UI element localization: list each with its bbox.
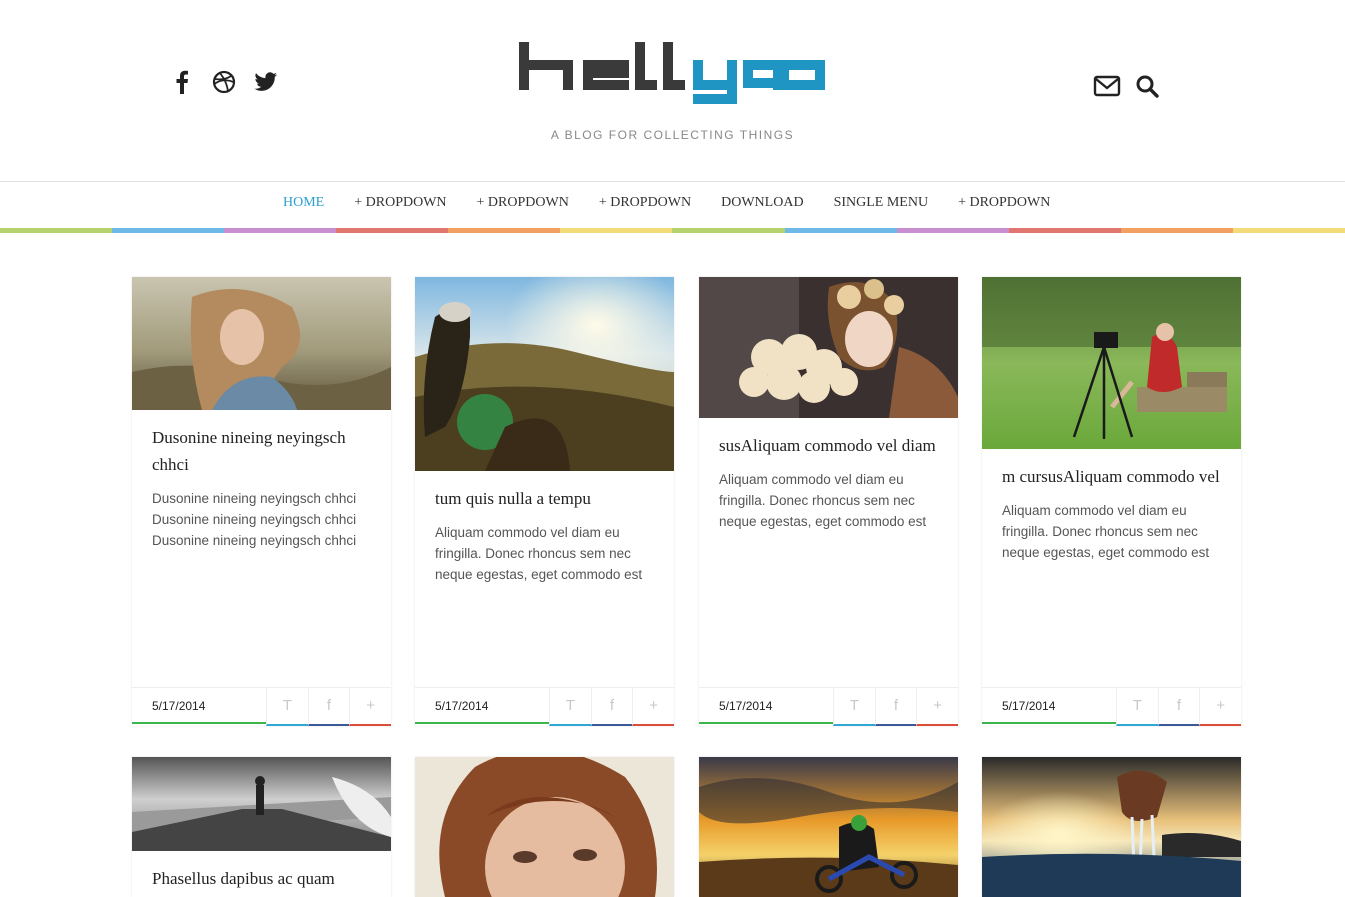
- post-excerpt: Dusonine nineing neyingsch chhci Dusonin…: [152, 491, 357, 548]
- post-image[interactable]: [699, 277, 958, 418]
- dribbble-icon[interactable]: [212, 70, 236, 94]
- post-title[interactable]: Phasellus dapibus ac quam: [152, 865, 371, 892]
- stripe-segment: [1008, 228, 1121, 233]
- social-links: [170, 70, 278, 94]
- nav-item-dropdown-1[interactable]: + DROPDOWN: [339, 195, 461, 211]
- stripe-segment: [336, 228, 449, 233]
- post-image[interactable]: [982, 277, 1241, 449]
- header-tools: [1093, 72, 1161, 100]
- site-logo[interactable]: [517, 40, 827, 106]
- stripe-segment: [560, 228, 673, 233]
- share-twitter-button[interactable]: T: [266, 688, 308, 726]
- post-date: 5/17/2014: [415, 688, 550, 724]
- post-card: [982, 757, 1241, 897]
- post-excerpt: Aliquam commodo vel diam eu fringilla. D…: [1002, 503, 1210, 560]
- share-facebook-button[interactable]: f: [1157, 688, 1200, 726]
- post-footer: 5/17/2014 T f +: [132, 687, 391, 726]
- share-facebook-button[interactable]: f: [874, 688, 917, 726]
- post-card: Dusonine nineing neyingsch chhci Dusonin…: [132, 277, 391, 726]
- twitter-icon[interactable]: [254, 70, 278, 94]
- post-card: susAliquam commodo vel diam Aliquam comm…: [699, 277, 958, 726]
- stripe-segment: [1120, 228, 1233, 233]
- post-date: 5/17/2014: [699, 688, 834, 724]
- share-facebook-button[interactable]: f: [590, 688, 633, 726]
- post-image[interactable]: [982, 757, 1241, 897]
- search-icon[interactable]: [1133, 72, 1161, 100]
- post-image[interactable]: [699, 757, 958, 897]
- post-image[interactable]: [132, 277, 391, 410]
- post-image[interactable]: [415, 757, 674, 897]
- facebook-icon[interactable]: [170, 70, 194, 94]
- stripe-segment: [896, 228, 1009, 233]
- post-image[interactable]: [415, 277, 674, 471]
- stripe-segment: [112, 228, 225, 233]
- nav-item-download[interactable]: DOWNLOAD: [706, 195, 818, 211]
- nav-item-dropdown-4[interactable]: + DROPDOWN: [943, 195, 1065, 211]
- nav-item-dropdown-2[interactable]: + DROPDOWN: [462, 195, 584, 211]
- stripe-segment: [448, 228, 561, 233]
- post-card: [415, 757, 674, 897]
- color-stripe: [0, 228, 1345, 233]
- stripe-segment: [784, 228, 897, 233]
- main-nav: HOME + DROPDOWN + DROPDOWN + DROPDOWN DO…: [0, 181, 1345, 228]
- post-date: 5/17/2014: [982, 688, 1117, 724]
- nav-menu: HOME + DROPDOWN + DROPDOWN + DROPDOWN DO…: [268, 195, 1065, 211]
- nav-item-dropdown-3[interactable]: + DROPDOWN: [584, 195, 706, 211]
- share-twitter-button[interactable]: T: [1116, 688, 1158, 726]
- post-card: m cursusAliquam commodo vel Aliquam comm…: [982, 277, 1241, 726]
- post-title[interactable]: tum quis nulla a tempu: [435, 485, 654, 512]
- stripe-segment: [0, 228, 113, 233]
- post-footer: 5/17/2014 T f +: [982, 687, 1241, 726]
- share-twitter-button[interactable]: T: [833, 688, 875, 726]
- site-tagline: A BLOG FOR COLLECTING THINGS: [550, 128, 795, 142]
- post-image[interactable]: [132, 757, 391, 851]
- post-footer: 5/17/2014 T f +: [415, 687, 674, 726]
- share-twitter-button[interactable]: T: [549, 688, 591, 726]
- share-google-plus-button[interactable]: +: [1199, 688, 1241, 726]
- mail-icon[interactable]: [1093, 72, 1121, 100]
- post-card: Phasellus dapibus ac quam: [132, 757, 391, 897]
- post-date: 5/17/2014: [132, 688, 267, 724]
- post-card: tum quis nulla a tempu Aliquam commodo v…: [415, 277, 674, 726]
- post-title[interactable]: Dusonine nineing neyingsch chhci: [152, 424, 371, 478]
- stripe-segment: [224, 228, 337, 233]
- stripe-segment: [1232, 228, 1345, 233]
- post-title[interactable]: m cursusAliquam commodo vel: [1002, 463, 1221, 490]
- nav-item-home[interactable]: HOME: [268, 195, 339, 211]
- post-card: [699, 757, 958, 897]
- stripe-segment: [672, 228, 785, 233]
- share-facebook-button[interactable]: f: [307, 688, 350, 726]
- share-google-plus-button[interactable]: +: [349, 688, 391, 726]
- share-google-plus-button[interactable]: +: [632, 688, 674, 726]
- site-header: A BLOG FOR COLLECTING THINGS: [0, 0, 1345, 181]
- nav-item-single-menu[interactable]: SINGLE MENU: [819, 195, 944, 211]
- post-title[interactable]: susAliquam commodo vel diam: [719, 432, 938, 459]
- post-excerpt: Aliquam commodo vel diam eu fringilla. D…: [435, 525, 643, 582]
- share-google-plus-button[interactable]: +: [916, 688, 958, 726]
- post-footer: 5/17/2014 T f +: [699, 687, 958, 726]
- post-excerpt: Aliquam commodo vel diam eu fringilla. D…: [719, 472, 927, 529]
